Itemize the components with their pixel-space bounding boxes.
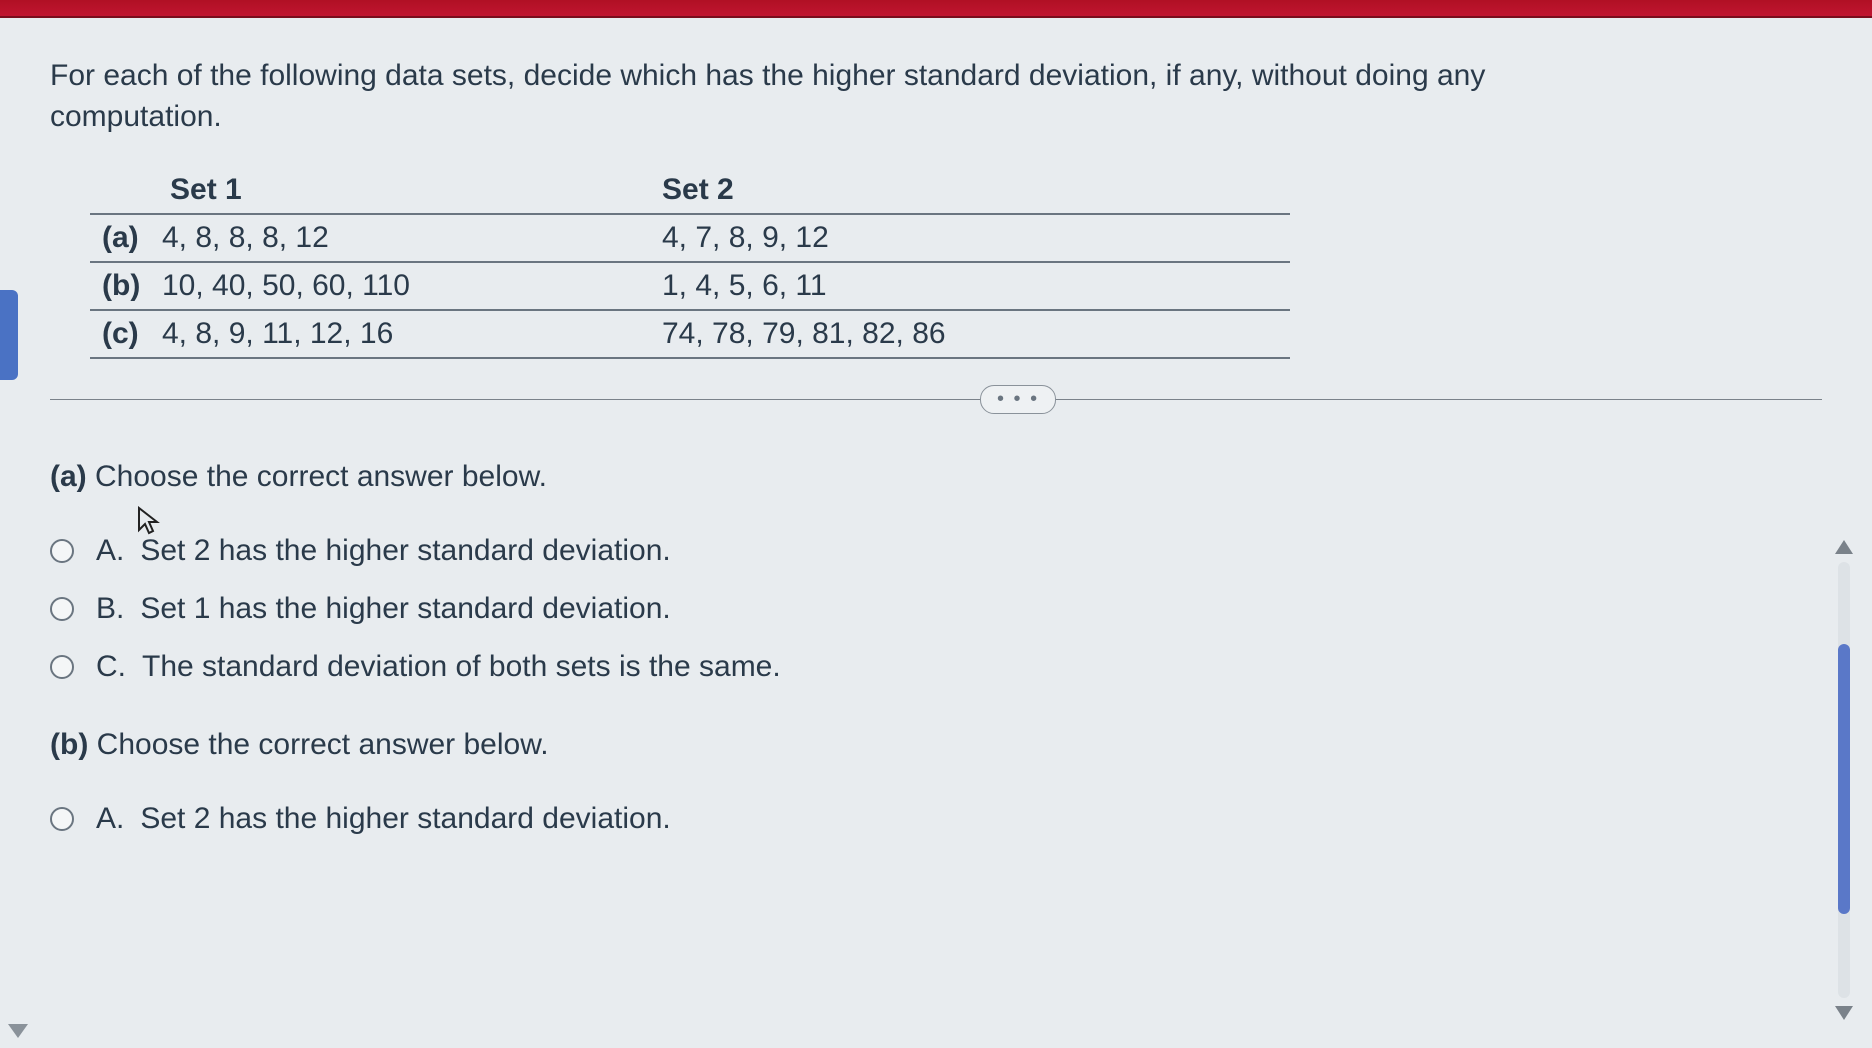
question-page: For each of the following data sets, dec… [0,18,1872,900]
cell-set2: 4, 7, 8, 9, 12 [650,214,1290,262]
question-a-label: (a) [50,460,87,493]
option-b-A[interactable]: A. Set 2 has the higher standard deviati… [50,802,1822,836]
question-b: (b) Choose the correct answer below. A. … [50,728,1822,836]
option-text: Set 2 has the higher standard deviation. [140,802,670,836]
question-a-prompt: (a) Choose the correct answer below. [50,460,1822,494]
option-letter: C. [96,650,126,684]
question-b-prompt: (b) Choose the correct answer below. [50,728,1822,762]
col-header-set2: Set 2 [650,167,1290,214]
problem-statement: For each of the following data sets, dec… [50,56,1650,137]
table-row: (c) 4, 8, 9, 11, 12, 16 74, 78, 79, 81, … [90,310,1290,358]
window-top-bar [0,0,1872,18]
row-label: (b) [90,262,150,310]
option-letter: A. [96,802,124,836]
option-text: Set 2 has the higher standard deviation. [140,534,670,568]
radio-icon [50,597,74,621]
option-a-B[interactable]: B. Set 1 has the higher standard deviati… [50,592,1822,626]
col-header-set1: Set 1 [90,167,650,214]
row-label: (c) [90,310,150,358]
option-letter: A. [96,534,124,568]
table-row: (a) 4, 8, 8, 8, 12 4, 7, 8, 9, 12 [90,214,1290,262]
scroll-up-icon[interactable] [1835,540,1853,554]
vertical-scrollbar[interactable] [1834,540,1854,1020]
row-label: (a) [90,214,150,262]
question-a-options: A. Set 2 has the higher standard deviati… [50,534,1822,684]
option-text: Set 1 has the higher standard deviation. [140,592,670,626]
question-a-text: Choose the correct answer below. [95,460,547,493]
radio-icon [50,655,74,679]
section-divider: • • • [50,399,1822,400]
scroll-down-icon[interactable] [1835,1006,1853,1020]
radio-icon [50,539,74,563]
scroll-track[interactable] [1838,562,1850,998]
cell-set2: 74, 78, 79, 81, 82, 86 [650,310,1290,358]
data-sets-table: Set 1 Set 2 (a) 4, 8, 8, 8, 12 4, 7, 8, … [90,167,1290,359]
table-row: (b) 10, 40, 50, 60, 110 1, 4, 5, 6, 11 [90,262,1290,310]
cell-set1: 4, 8, 8, 8, 12 [150,214,650,262]
cell-set1: 4, 8, 9, 11, 12, 16 [150,310,650,358]
question-a: (a) Choose the correct answer below. A. … [50,460,1822,684]
radio-icon [50,807,74,831]
question-b-options: A. Set 2 has the higher standard deviati… [50,802,1822,836]
cell-set1: 10, 40, 50, 60, 110 [150,262,650,310]
question-b-label: (b) [50,728,88,761]
option-text: The standard deviation of both sets is t… [142,650,781,684]
option-a-A[interactable]: A. Set 2 has the higher standard deviati… [50,534,1822,568]
option-letter: B. [96,592,124,626]
scroll-thumb[interactable] [1838,644,1850,914]
divider-line [50,399,1822,400]
cell-set2: 1, 4, 5, 6, 11 [650,262,1290,310]
option-a-C[interactable]: C. The standard deviation of both sets i… [50,650,1822,684]
page-down-icon[interactable] [8,1024,28,1038]
ellipsis-icon: • • • [997,388,1039,410]
expand-button[interactable]: • • • [980,385,1056,414]
question-b-text: Choose the correct answer below. [97,728,549,761]
